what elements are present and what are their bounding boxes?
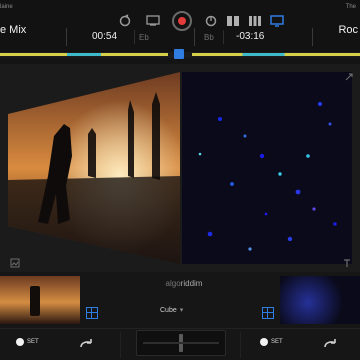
divider <box>120 332 121 358</box>
waveform-left <box>0 53 168 56</box>
video-preview-area <box>0 64 360 272</box>
split-indicator-icon[interactable] <box>174 49 184 59</box>
divider <box>240 332 241 358</box>
left-thumbnail-image <box>0 276 80 324</box>
record-icon <box>178 17 186 25</box>
divider <box>194 28 195 46</box>
deck-right-track: Roc <box>338 24 358 36</box>
deck-left-artist: laine <box>0 4 13 10</box>
redo-icon[interactable] <box>322 336 338 352</box>
set-left-button[interactable]: SET <box>16 338 39 346</box>
display-icon[interactable] <box>270 14 284 28</box>
waveform-strip[interactable] <box>0 49 360 59</box>
set-left-label: SET <box>27 339 39 345</box>
brand-name-part1: algo <box>165 279 181 288</box>
deck-right-artist: The <box>345 4 356 10</box>
right-thumbnail-image <box>280 276 360 324</box>
text-icon[interactable] <box>342 255 352 267</box>
sync-icon[interactable] <box>118 14 132 28</box>
video-right-panel <box>182 72 353 264</box>
set-right-button[interactable]: SET <box>260 338 283 346</box>
crossfader[interactable] <box>136 330 226 356</box>
deck-right-time: -03:16 <box>236 31 265 42</box>
transition-select[interactable]: Cube ▾ <box>160 306 184 315</box>
divider <box>66 28 67 46</box>
divider <box>223 30 224 44</box>
deck-left-key: Eb <box>139 33 149 42</box>
chevron-down-icon: ▾ <box>179 307 184 314</box>
divider <box>312 28 313 46</box>
divider <box>134 30 135 44</box>
grid-icon[interactable] <box>262 307 274 319</box>
cue-icon[interactable] <box>204 14 218 28</box>
left-thumbnail[interactable] <box>0 276 80 324</box>
waveform-right <box>192 53 360 56</box>
brand-name-part2: riddim <box>180 279 203 288</box>
brand-logo: algoriddim <box>156 279 212 288</box>
deck-right-key: Bb <box>204 33 214 42</box>
record-button[interactable] <box>172 11 192 31</box>
deck-left-time: 00:54 <box>92 31 118 42</box>
set-right-label: SET <box>271 339 283 345</box>
screen-icon[interactable] <box>146 14 160 28</box>
divider <box>0 328 360 329</box>
top-bar: laine e Mix The Roc 00:54 Eb Bb -03:16 <box>0 0 360 59</box>
set-left-dot <box>16 338 24 346</box>
set-right-dot <box>260 338 268 346</box>
right-thumbnail[interactable] <box>280 276 360 324</box>
grid-icon[interactable] <box>86 307 98 319</box>
left-thumbnail-figure <box>30 286 40 316</box>
split-view-icon[interactable] <box>226 14 240 28</box>
crossfader-track <box>143 342 219 344</box>
deck-left-track: e Mix <box>0 24 27 36</box>
redo-icon[interactable] <box>78 336 94 352</box>
left-fx-icon[interactable] <box>10 255 20 268</box>
transition-label: Cube <box>160 306 177 314</box>
bottom-controls: algoriddim Cube ▾ SET SET <box>0 272 360 360</box>
grid-icon[interactable] <box>248 14 262 28</box>
